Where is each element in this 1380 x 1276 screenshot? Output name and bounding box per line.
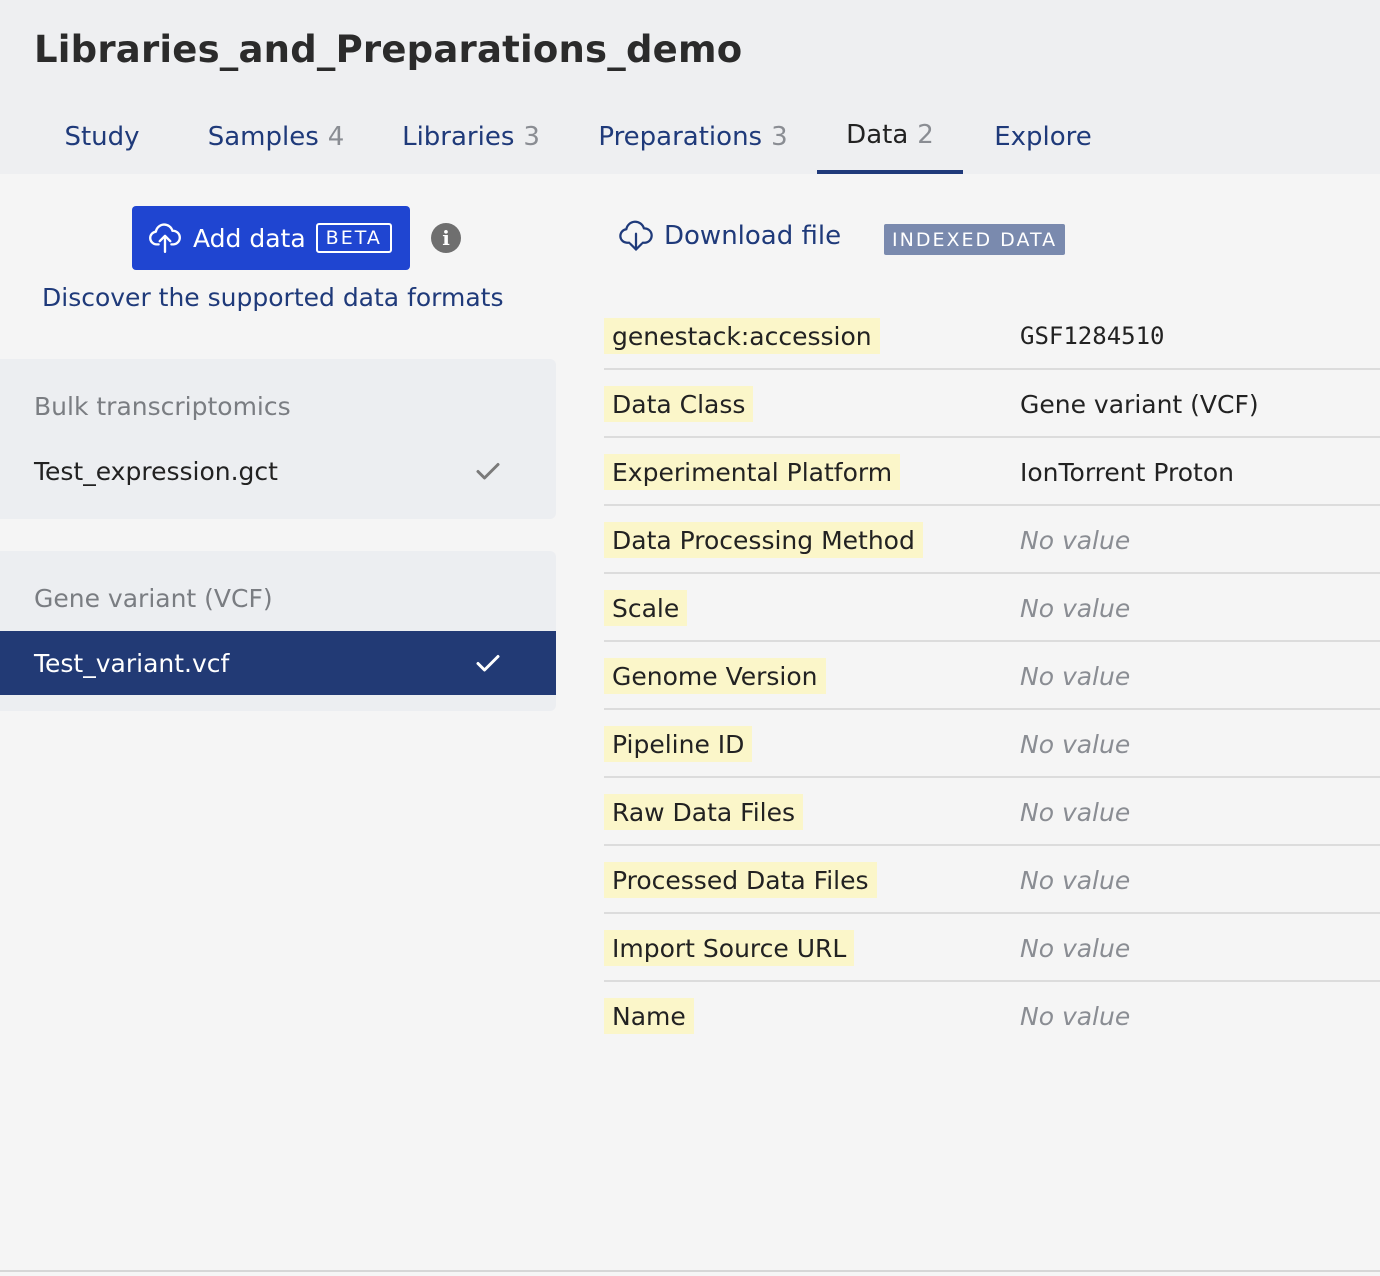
metadata-key: Genome Version [604,658,826,694]
metadata-value: GSF1284510 [1020,322,1165,350]
metadata-row: Genome Version No value [604,642,1380,710]
page-title: Libraries_and_Preparations_demo [34,28,743,71]
metadata-row: Experimental Platform IonTorrent Proton [604,438,1380,506]
cloud-upload-icon [149,223,181,253]
tab-explore[interactable]: Explore [976,100,1110,174]
tab-count: 4 [327,122,345,152]
group-title: Gene variant (VCF) [34,584,273,613]
tab-data[interactable]: Data 2 [817,100,963,174]
metadata-value: No value [1020,729,1131,759]
tab-label: Study [64,122,140,152]
metadata-table: genestack:accession GSF1284510 Data Clas… [604,302,1380,1050]
tab-label: Explore [994,122,1092,152]
tab-samples[interactable]: Samples 4 [190,100,362,174]
metadata-row: Data Processing Method No value [604,506,1380,574]
metadata-row: Import Source URL No value [604,914,1380,982]
tab-label: Libraries [402,122,515,152]
file-item-test-expression[interactable]: Test_expression.gct [0,439,556,503]
cloud-download-icon [619,220,653,251]
add-data-button[interactable]: Add data BETA [132,206,410,270]
add-data-label: Add data [193,223,306,253]
tab-count: 2 [917,120,934,150]
checkmark-icon [476,463,500,480]
tab-label: Samples [207,122,319,152]
metadata-key: Data Processing Method [604,522,923,558]
metadata-value: No value [1020,865,1131,895]
tab-libraries[interactable]: Libraries 3 [384,100,558,174]
metadata-row: Pipeline ID No value [604,710,1380,778]
indexed-data-badge: INDEXED DATA [884,224,1066,255]
download-label: Download file [664,221,842,251]
metadata-row: Name No value [604,982,1380,1050]
metadata-key: Pipeline ID [604,726,753,762]
metadata-key: Experimental Platform [604,454,901,490]
tab-preparations[interactable]: Preparations 3 [580,100,806,174]
metadata-row: Data Class Gene variant (VCF) [604,370,1380,438]
metadata-value: No value [1020,661,1131,691]
metadata-key: Data Class [604,386,754,422]
metadata-key: Scale [604,590,688,626]
metadata-key: Name [604,998,694,1034]
metadata-key: genestack:accession [604,318,880,354]
file-name: Test_expression.gct [34,456,278,486]
group-title: Bulk transcriptomics [34,392,291,421]
supported-formats-link[interactable]: Discover the supported data formats [42,283,504,312]
metadata-row: genestack:accession GSF1284510 [604,302,1380,370]
bottom-divider [0,1270,1380,1272]
file-group-gene-variant: Gene variant (VCF) Test_variant.vcf [0,551,556,711]
beta-badge: BETA [315,223,392,253]
file-name: Test_variant.vcf [34,648,230,678]
metadata-value: No value [1020,593,1131,623]
metadata-key: Import Source URL [604,930,855,966]
metadata-value: Gene variant (VCF) [1020,389,1259,419]
metadata-row: Scale No value [604,574,1380,642]
metadata-key: Raw Data Files [604,794,804,830]
tab-label: Data [846,120,909,150]
page-header: Libraries_and_Preparations_demo Study Sa… [0,0,1380,174]
metadata-row: Processed Data Files No value [604,846,1380,914]
metadata-value: No value [1020,1001,1131,1031]
file-group-bulk-transcriptomics: Bulk transcriptomics Test_expression.gct [0,359,556,519]
metadata-value: IonTorrent Proton [1020,457,1234,487]
metadata-key: Processed Data Files [604,862,877,898]
info-icon[interactable]: i [431,223,461,253]
checkmark-icon [476,655,500,672]
file-item-test-variant[interactable]: Test_variant.vcf [0,631,556,695]
metadata-value: No value [1020,525,1131,555]
metadata-value: No value [1020,797,1131,827]
tab-count: 3 [523,122,540,152]
metadata-value: No value [1020,933,1131,963]
tab-study[interactable]: Study [36,100,168,174]
tab-label: Preparations [598,122,763,152]
metadata-row: Raw Data Files No value [604,778,1380,846]
download-file-button[interactable]: Download file [618,218,841,254]
tab-count: 3 [771,122,788,152]
